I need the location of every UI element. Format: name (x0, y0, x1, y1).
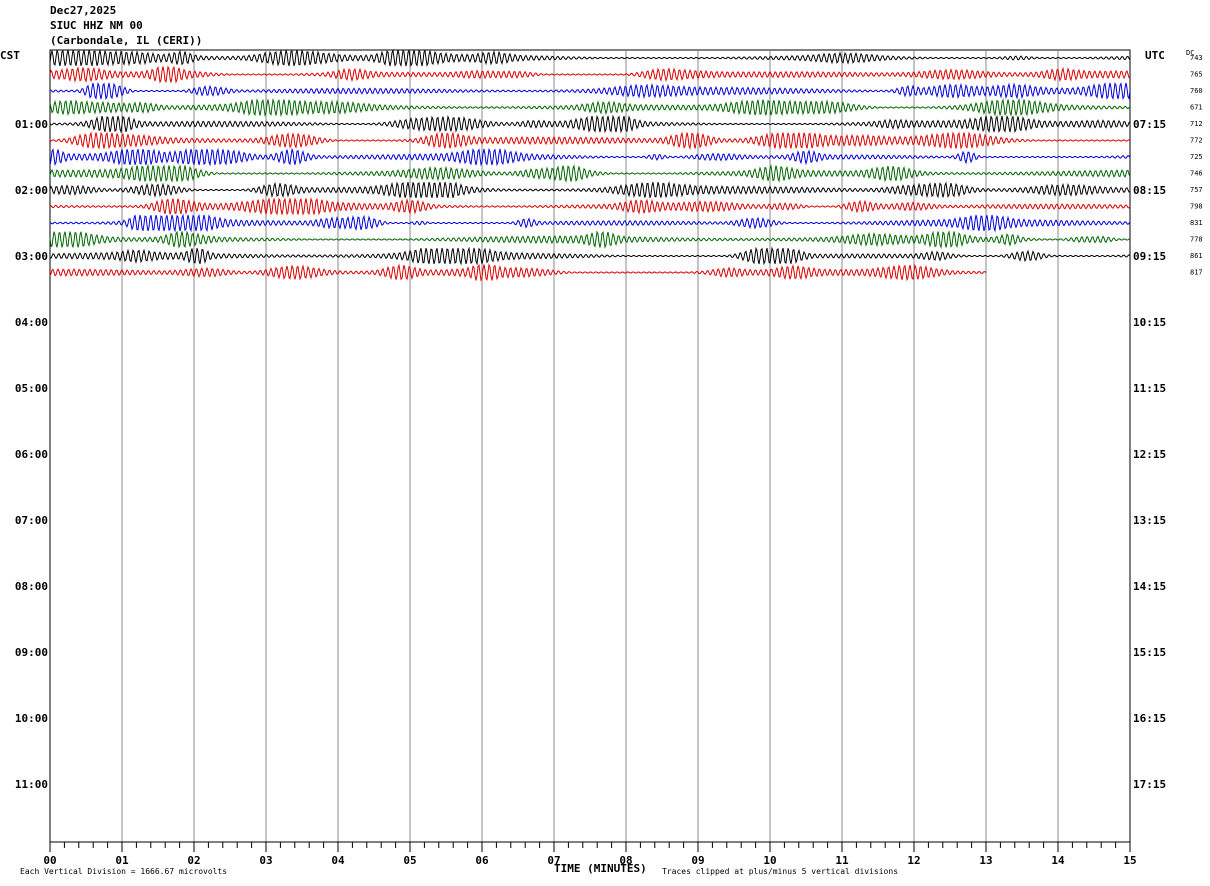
right-hour-label: 15:15 (1133, 646, 1166, 659)
dc-offset-label: 861 (1190, 252, 1203, 260)
seismic-trace (49, 48, 1131, 68)
seismic-trace (49, 197, 1131, 216)
seismic-trace (49, 263, 987, 282)
seismic-trace (49, 147, 1131, 167)
left-hour-label: 11:00 (15, 778, 48, 791)
division-note: Each Vertical Division = 1666.67 microvo… (20, 867, 228, 876)
seismic-trace (49, 114, 1131, 134)
seismic-trace (49, 230, 1131, 250)
dc-offset-label: 746 (1190, 170, 1203, 178)
x-tick-label: 12 (907, 854, 920, 867)
seismic-trace (49, 65, 1131, 84)
x-tick-label: 11 (835, 854, 849, 867)
left-hour-label: 01:00 (15, 118, 48, 131)
x-tick-label: 10 (763, 854, 776, 867)
x-tick-label: 06 (475, 854, 489, 867)
x-tick-label: 01 (115, 854, 129, 867)
x-tick-label: 04 (331, 854, 345, 867)
dc-offset-label: 798 (1190, 203, 1203, 211)
dc-offset-label: 671 (1190, 104, 1203, 112)
left-hour-label: 06:00 (15, 448, 48, 461)
right-hour-label: 13:15 (1133, 514, 1166, 527)
right-hour-label: 17:15 (1133, 778, 1166, 791)
seismogram-plot: 00 01 02 03 04 05 06 07 08 09 10 11 12 13 14 1501:0002:… (15, 48, 1203, 867)
dc-offset-label: 712 (1190, 120, 1203, 128)
seismic-trace (49, 131, 1131, 151)
plot-frame (49, 49, 1131, 843)
x-tick-label: 00 (43, 854, 56, 867)
x-tick-label: 14 (1051, 854, 1065, 867)
right-hour-label: 07:15 (1133, 118, 1166, 131)
right-hour-label: 14:15 (1133, 580, 1166, 593)
right-hour-label: 09:15 (1133, 250, 1166, 263)
right-hour-label: 10:15 (1133, 316, 1166, 329)
dc-offset-label: 760 (1190, 87, 1203, 95)
x-tick-label: 02 (187, 854, 200, 867)
dc-offset-label: 772 (1190, 137, 1203, 145)
right-hour-label: 16:15 (1133, 712, 1166, 725)
clip-note: Traces clipped at plus/minus 5 vertical … (662, 867, 899, 876)
left-hour-label: 05:00 (15, 382, 48, 395)
dc-offset-label: 743 (1190, 54, 1203, 62)
seismic-trace (49, 163, 1131, 184)
left-hour-label: 09:00 (15, 646, 48, 659)
right-hour-label: 11:15 (1133, 382, 1166, 395)
dc-offset-label: 725 (1190, 153, 1203, 161)
dc-offset-label: 757 (1190, 186, 1203, 194)
left-hour-label: 03:00 (15, 250, 48, 263)
dc-offset-label: 831 (1190, 219, 1203, 227)
left-hour-label: 10:00 (15, 712, 48, 725)
seismic-trace (49, 97, 1131, 118)
x-tick-label: 05 (403, 854, 416, 867)
dc-offset-label: 817 (1190, 269, 1203, 277)
left-hour-label: 02:00 (15, 184, 48, 197)
x-axis-title: TIME (MINUTES) (554, 862, 647, 875)
seismic-trace (49, 81, 1131, 101)
x-tick-label: 03 (259, 854, 272, 867)
right-hour-label: 08:15 (1133, 184, 1166, 197)
seismic-trace (49, 213, 1131, 233)
x-tick-label: 13 (979, 854, 992, 867)
dc-offset-label: 765 (1190, 71, 1203, 79)
left-hour-label: 07:00 (15, 514, 48, 527)
x-tick-label: 09 (691, 854, 704, 867)
seismic-trace (49, 246, 1131, 266)
left-hour-label: 04:00 (15, 316, 48, 329)
right-hour-label: 12:15 (1133, 448, 1166, 461)
dc-offset-label: 778 (1190, 236, 1203, 244)
x-tick-label: 15 (1123, 854, 1136, 867)
left-hour-label: 08:00 (15, 580, 48, 593)
seismic-trace (49, 181, 1131, 199)
